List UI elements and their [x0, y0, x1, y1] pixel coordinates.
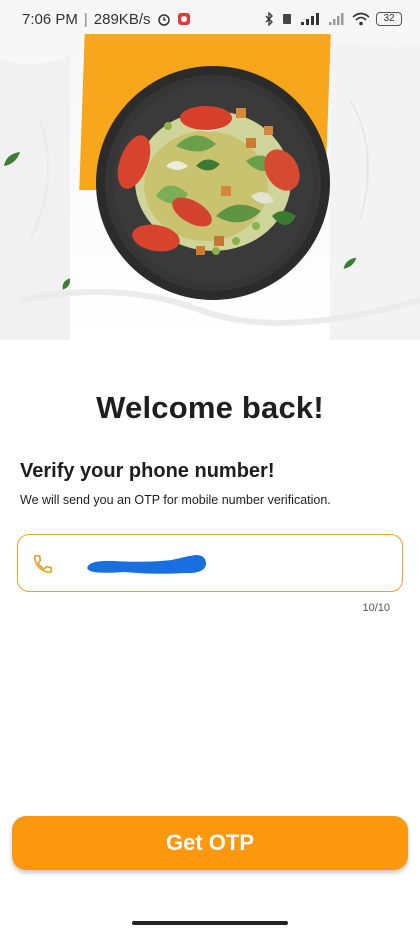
signal-secondary-icon — [328, 12, 346, 26]
leaf-icon — [343, 257, 357, 269]
alarm-icon — [157, 12, 171, 26]
battery-indicator: 32 — [376, 12, 402, 26]
redacted-phone-number — [87, 555, 206, 574]
status-right: 32 — [264, 12, 402, 26]
verify-subtitle: We will send you an OTP for mobile numbe… — [20, 493, 331, 507]
bluetooth-icon — [264, 12, 274, 26]
login-screen: 7:06 PM | 289KB/s 32 Welcome back! Verif… — [0, 0, 420, 933]
status-separator: | — [83, 10, 88, 28]
salad-plate-image — [96, 66, 330, 300]
welcome-title: Welcome back! — [96, 390, 324, 425]
leaf-icon — [4, 152, 20, 166]
verify-title: Verify your phone number! — [20, 460, 275, 482]
character-counter: 10/10 — [362, 602, 390, 614]
phone-icon — [33, 554, 53, 574]
vibrate-icon — [280, 12, 294, 26]
home-indicator[interactable] — [132, 921, 288, 925]
hero-image — [0, 0, 420, 340]
status-left: 7:06 PM | 289KB/s — [22, 11, 191, 28]
status-network-speed: 289KB/s — [93, 10, 151, 28]
signal-icon — [300, 12, 322, 26]
status-time: 7:06 PM — [22, 10, 78, 28]
status-bar: 7:06 PM | 289KB/s 32 — [0, 0, 420, 38]
wifi-icon — [352, 12, 370, 26]
get-otp-button[interactable]: Get OTP — [12, 816, 408, 870]
phone-number-field[interactable] — [17, 534, 403, 592]
record-icon — [177, 12, 191, 26]
leaf-icon — [62, 278, 70, 290]
